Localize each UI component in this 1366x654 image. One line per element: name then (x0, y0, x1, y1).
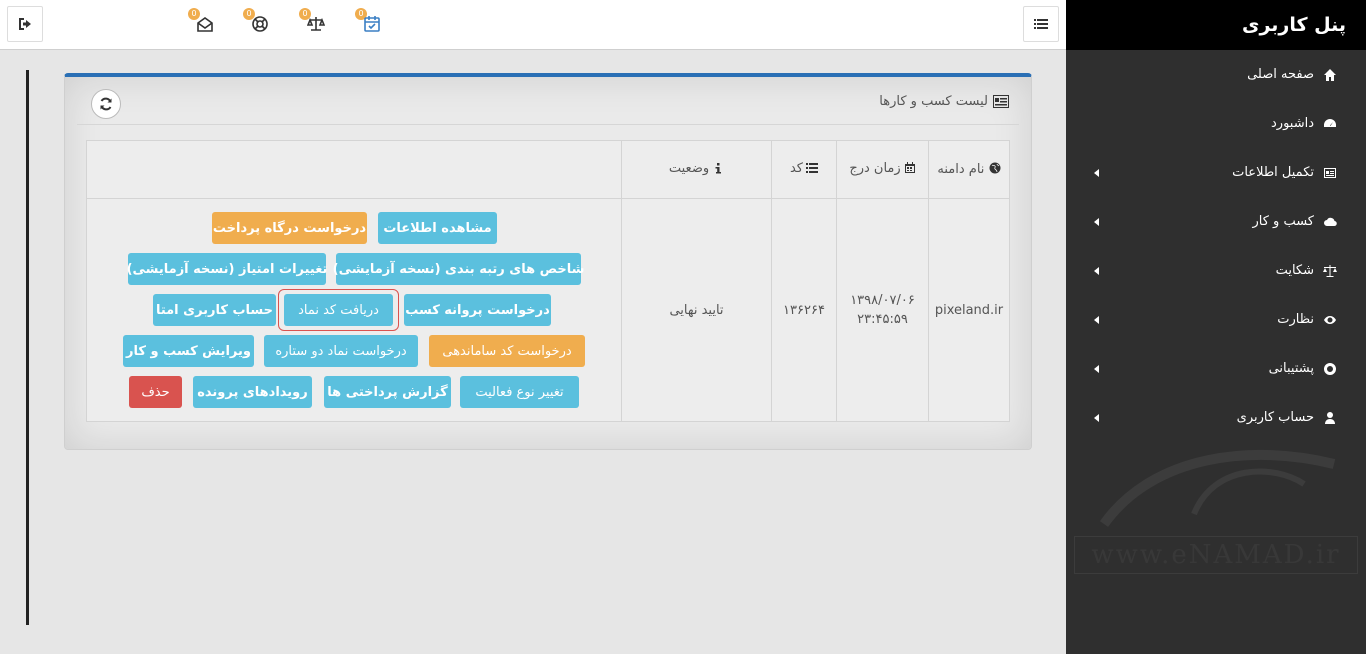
sidebar-item-label: حساب کاربری (1236, 410, 1314, 425)
cell-time-value: ۲۳:۴۵:۵۹ (857, 312, 908, 327)
score-changes-button[interactable]: تغییرات امتیاز (نسخه آزمایشی) (127, 253, 327, 285)
cell-domain: pixeland.ir (928, 198, 1010, 422)
globe-icon (989, 162, 1001, 174)
id-card-icon (993, 95, 1009, 108)
calendar-check-icon (364, 16, 380, 32)
sidebar-item-label: شکایت (1275, 263, 1314, 278)
sign-out-icon (19, 18, 31, 30)
dashboard-icon (1322, 116, 1338, 132)
list-icon (1034, 19, 1048, 29)
two-star-request-button[interactable]: درخواست نماد دو ستاره (264, 335, 418, 367)
business-list-panel: لیست کسب و کارها نام دامنه زمان درج کد و… (64, 73, 1032, 450)
enamad-watermark: www.eNAMAD.ir (1074, 424, 1358, 634)
samandehi-code-button[interactable]: درخواست کد ساماندهی (429, 335, 585, 367)
sidebar: پنل کاربری صفحه اصلی داشبورد تکمیل اطلاع… (1066, 0, 1366, 654)
sidebar-item-label: صفحه اصلی (1247, 67, 1314, 82)
table-row: pixeland.ir ۱۳۹۸/۰۷/۰۶ ۲۳:۴۵:۵۹ ۱۳۶۲۶۴ ت… (86, 198, 1010, 422)
cloud-icon (1322, 214, 1338, 230)
home-icon (1322, 67, 1338, 83)
notification-messages[interactable]: 0 (188, 8, 216, 36)
sidebar-item-complaint[interactable]: شکایت (1066, 246, 1366, 295)
edit-business-button[interactable]: ویرایش کسب و کار (123, 335, 254, 367)
sidebar-item-dashboard[interactable]: داشبورد (1066, 99, 1366, 148)
action-buttons: درخواست درگاه پرداخت مشاهده اطلاعات تغیی… (88, 199, 621, 421)
refresh-icon (100, 97, 112, 111)
id-card-icon (1322, 165, 1338, 181)
sidebar-item-complete-info[interactable]: تکمیل اطلاعات (1066, 148, 1366, 197)
watermark-text: www.eNAMAD.ir (1074, 536, 1358, 574)
sidebar-item-label: داشبورد (1271, 116, 1314, 131)
balance-scale-icon (1322, 263, 1338, 279)
list-icon (806, 163, 818, 174)
sidebar-item-business[interactable]: کسب و کار (1066, 197, 1366, 246)
change-activity-button[interactable]: تغییر نوع فعالیت (460, 376, 579, 408)
sidebar-item-label: پشتیبانی (1268, 361, 1314, 376)
caret-left-icon (1094, 364, 1099, 373)
notification-calendar[interactable]: 0 (355, 8, 383, 36)
notification-support[interactable]: 0 (243, 8, 271, 36)
top-bar: 0 0 0 0 (0, 0, 1066, 50)
view-info-button[interactable]: مشاهده اطلاعات (378, 212, 497, 244)
scrollbar[interactable] (26, 70, 29, 625)
panel-title: لیست کسب و کارها (879, 94, 1009, 109)
business-table: نام دامنه زمان درج کد وضعیت pixeland.ir … (86, 140, 1010, 422)
caret-left-icon (1094, 266, 1099, 275)
case-events-button[interactable]: رویدادهای پرونده (193, 376, 312, 408)
panel-header: لیست کسب و کارها (77, 89, 1019, 125)
cell-code: ۱۳۶۲۶۴ (771, 198, 837, 422)
column-header-status: وضعیت (621, 140, 772, 199)
column-header-date: زمان درج (836, 140, 929, 199)
cell-actions: درخواست درگاه پرداخت مشاهده اطلاعات تغیی… (86, 198, 622, 422)
cell-date: ۱۳۹۸/۰۷/۰۶ ۲۳:۴۵:۵۹ (836, 198, 929, 422)
get-namad-code-button[interactable]: دریافت کد نماد (284, 294, 393, 326)
sidebar-item-label: تکمیل اطلاعات (1232, 165, 1314, 180)
info-icon (715, 163, 722, 174)
payment-gateway-button[interactable]: درخواست درگاه پرداخت (212, 212, 367, 244)
logout-button[interactable] (7, 6, 43, 42)
caret-left-icon (1094, 168, 1099, 177)
sidebar-menu: صفحه اصلی داشبورد تکمیل اطلاعات کسب و کا… (1066, 50, 1366, 442)
table-header-row: نام دامنه زمان درج کد وضعیت (86, 140, 1010, 199)
ranking-indicators-button[interactable]: شاخص های رتبه بندی (نسخه آزمایشی) (333, 253, 584, 285)
balance-scale-icon (307, 17, 325, 31)
refresh-button[interactable] (91, 89, 121, 119)
sidebar-item-label: کسب و کار (1252, 214, 1314, 229)
license-request-button[interactable]: درخواست پروانه کسب (404, 294, 551, 326)
caret-left-icon (1094, 217, 1099, 226)
delete-button[interactable]: حذف (129, 376, 182, 408)
sidebar-brand: پنل کاربری (1066, 0, 1366, 50)
calendar-icon (904, 162, 915, 174)
panel-title-text: لیست کسب و کارها (879, 94, 988, 109)
sidebar-item-support[interactable]: پشتیبانی (1066, 344, 1366, 393)
sidebar-item-home[interactable]: صفحه اصلی (1066, 50, 1366, 99)
cell-date-value: ۱۳۹۸/۰۷/۰۶ (850, 293, 915, 308)
column-header-actions (86, 140, 622, 199)
cell-status: تایید نهایی (621, 198, 772, 422)
notification-complaints[interactable]: 0 (299, 8, 327, 36)
life-ring-icon (1322, 361, 1338, 377)
caret-left-icon (1094, 315, 1099, 324)
sidebar-toggle-button[interactable] (1023, 6, 1059, 42)
caret-left-icon (1094, 413, 1099, 422)
payment-reports-button[interactable]: گزارش پرداختی ها (324, 376, 451, 408)
eye-icon (1322, 312, 1338, 328)
life-ring-icon (252, 16, 268, 32)
envelope-open-icon (197, 17, 213, 32)
sidebar-item-monitoring[interactable]: نظارت (1066, 295, 1366, 344)
emta-account-button[interactable]: حساب کاربری امتا (153, 294, 276, 326)
sidebar-item-label: نظارت (1277, 312, 1314, 327)
column-header-code: کد (771, 140, 837, 199)
column-header-domain: نام دامنه (928, 140, 1010, 199)
